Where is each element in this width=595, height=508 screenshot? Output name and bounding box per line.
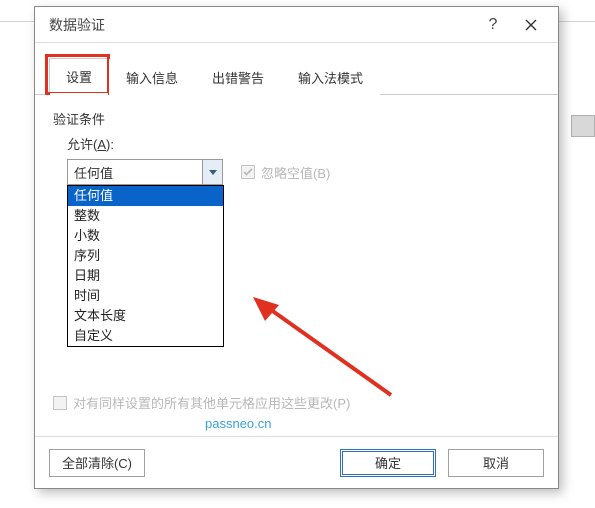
checkbox-box bbox=[241, 165, 255, 179]
cancel-button[interactable]: 取消 bbox=[448, 449, 544, 477]
tab-label: 输入法模式 bbox=[298, 71, 363, 86]
dropdown-item-whole-number[interactable]: 整数 bbox=[68, 206, 223, 226]
tab-row: 设置 输入信息 出错警告 输入法模式 bbox=[35, 43, 558, 95]
button-label: 全部清除(C) bbox=[62, 453, 132, 472]
ignore-blank-label: 忽略空值(B) bbox=[261, 163, 330, 182]
tab-label: 设置 bbox=[66, 70, 92, 85]
watermark-text: passneo.cn bbox=[205, 416, 272, 431]
checkbox-box bbox=[53, 396, 67, 410]
dialog-title: 数据验证 bbox=[43, 15, 474, 35]
allow-label: 允许(A): bbox=[67, 134, 540, 153]
titlebar: 数据验证 ? bbox=[35, 7, 558, 43]
annotation-arrow bbox=[251, 295, 401, 405]
help-button[interactable]: ? bbox=[474, 9, 512, 41]
button-label: 确定 bbox=[375, 453, 401, 472]
dropdown-item-text-length[interactable]: 文本长度 bbox=[68, 306, 223, 326]
allow-combobox-button[interactable] bbox=[202, 160, 222, 184]
ignore-blank-checkbox: 忽略空值(B) bbox=[241, 163, 330, 182]
button-row: 全部清除(C) 确定 取消 bbox=[35, 436, 558, 488]
tab-input-message[interactable]: 输入信息 bbox=[109, 59, 195, 95]
validation-criteria-label: 验证条件 bbox=[53, 109, 540, 128]
tab-ime-mode[interactable]: 输入法模式 bbox=[281, 59, 380, 95]
clear-all-button[interactable]: 全部清除(C) bbox=[49, 449, 145, 477]
tab-label: 输入信息 bbox=[126, 71, 178, 86]
check-icon bbox=[243, 168, 253, 176]
close-button[interactable] bbox=[512, 9, 550, 41]
dropdown-item-custom[interactable]: 自定义 bbox=[68, 326, 223, 346]
dropdown-item-any-value[interactable]: 任何值 bbox=[68, 186, 223, 206]
settings-panel: 验证条件 允许(A): 任何值 忽略空值(B) 任何值 整数 小数 序列 bbox=[35, 95, 558, 436]
ok-button[interactable]: 确定 bbox=[340, 449, 436, 477]
apply-all-label: 对有同样设置的所有其他单元格应用这些更改(P) bbox=[73, 393, 350, 412]
allow-combobox[interactable]: 任何值 bbox=[67, 159, 223, 185]
dropdown-item-date[interactable]: 日期 bbox=[68, 266, 223, 286]
data-validation-dialog: 数据验证 ? 设置 输入信息 出错警告 输入法模式 验证条件 允许(A): 任何… bbox=[34, 6, 559, 489]
tab-error-alert[interactable]: 出错警告 bbox=[195, 59, 281, 95]
dropdown-item-decimal[interactable]: 小数 bbox=[68, 226, 223, 246]
help-icon: ? bbox=[489, 16, 498, 34]
dropdown-item-list[interactable]: 序列 bbox=[68, 246, 223, 266]
dropdown-item-time[interactable]: 时间 bbox=[68, 286, 223, 306]
button-label: 取消 bbox=[483, 453, 509, 472]
tab-settings[interactable]: 设置 bbox=[49, 58, 109, 95]
close-icon bbox=[525, 19, 537, 31]
apply-all-checkbox: 对有同样设置的所有其他单元格应用这些更改(P) bbox=[53, 393, 350, 412]
allow-combobox-value: 任何值 bbox=[68, 160, 202, 184]
tab-label: 出错警告 bbox=[212, 71, 264, 86]
allow-dropdown-list[interactable]: 任何值 整数 小数 序列 日期 时间 文本长度 自定义 bbox=[67, 185, 224, 347]
chevron-down-icon bbox=[209, 170, 217, 175]
